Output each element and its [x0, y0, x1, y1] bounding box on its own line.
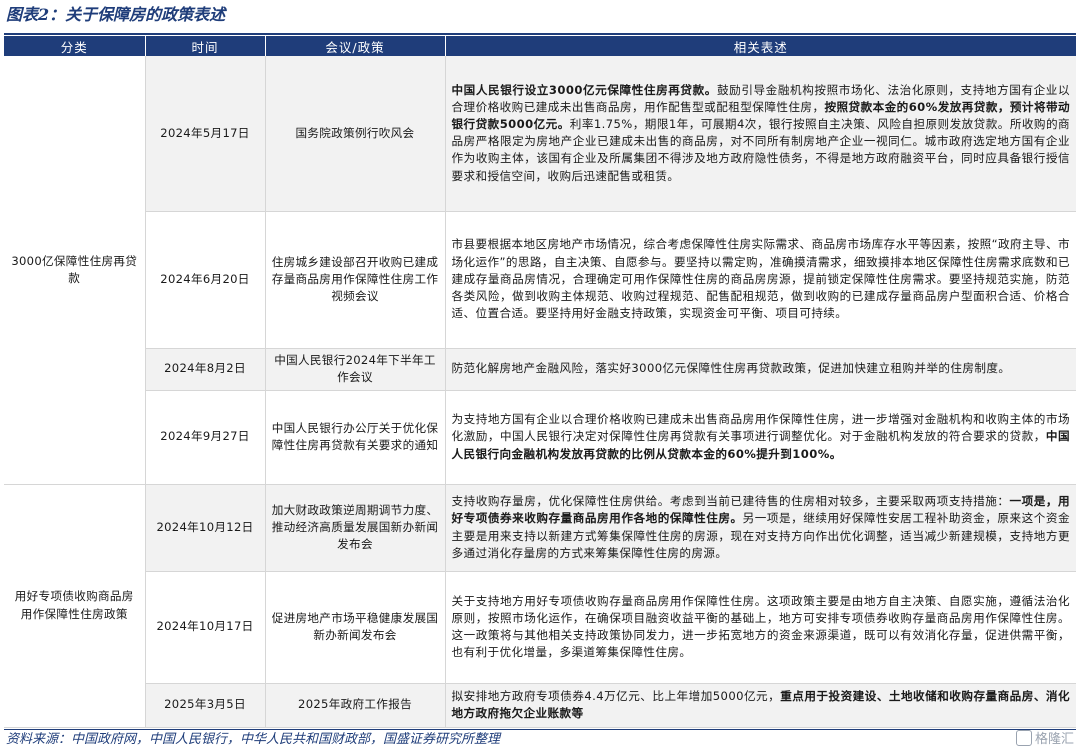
meeting-cell: 中国人民银行2024年下半年工作会议: [265, 348, 446, 391]
description-segment: 防范化解房地产金融风险，落实好3000亿元保障性住房再贷款政策，促进加快建立租购…: [451, 361, 1011, 376]
header-category: 分类: [4, 36, 146, 56]
meeting-cell: 中国人民银行办公厅关于优化保障性住房再贷款有关要求的通知: [265, 390, 446, 485]
header-time: 时间: [145, 36, 266, 56]
meeting-cell: 2025年政府工作报告: [265, 683, 446, 728]
description-segment: 拟安排地方政府专项债券4.4万亿元、比上年增加5000亿元，: [451, 688, 781, 703]
watermark-text: 格隆汇: [1034, 732, 1074, 747]
description-cell: 支持收购存量房，优化保障性住房供给。考虑到当前已建待售的住房相对较多，主要采取两…: [445, 484, 1076, 572]
time-cell: 2024年10月17日: [145, 571, 266, 684]
watermark: 格隆汇: [1015, 730, 1074, 750]
time-cell: 2024年5月17日: [145, 56, 266, 212]
description-segment: 市县要根据本地区房地产市场情况，综合考虑保障性住房实际需求、商品房市场库存水平等…: [451, 237, 1070, 321]
header-meeting: 会议/政策: [265, 36, 446, 56]
time-cell: 2025年3月5日: [145, 683, 266, 728]
time-cell: 2024年6月20日: [145, 211, 266, 349]
description-cell: 防范化解房地产金融风险，落实好3000亿元保障性住房再贷款政策，促进加快建立租购…: [445, 348, 1076, 391]
table-row: 2024年10月17日 促进房地产市场平稳健康发展国新办新闻发布会 关于支持地方…: [4, 571, 1076, 684]
policy-table: 分类 时间 会议/政策 相关表述 3000亿保障性住房再贷款 2024年5月17…: [4, 36, 1076, 728]
source-note: 资料来源：中国政府网，中国人民银行，中华人民共和国财政部，国盛证券研究所整理: [6, 732, 501, 747]
table-row: 2024年8月2日 中国人民银行2024年下半年工作会议 防范化解房地产金融风险…: [4, 348, 1076, 391]
watermark-logo-icon: [1015, 730, 1032, 746]
time-cell: 2024年9月27日: [145, 390, 266, 485]
table-row: 2024年6月20日 住房城乡建设部召开收购已建成存量商品房用作保障性住房工作视…: [4, 211, 1076, 349]
meeting-cell: 促进房地产市场平稳健康发展国新办新闻发布会: [265, 571, 446, 684]
footer-rule: [4, 729, 1076, 730]
category-cell: 用好专项债收购商品房用作保障性住房政策: [4, 484, 146, 728]
table-row: 用好专项债收购商品房用作保障性住房政策 2024年10月12日 加大财政政策逆周…: [4, 484, 1076, 728]
table-row: 2025年3月5日 2025年政府工作报告 拟安排地方政府专项债券4.4万亿元、…: [4, 683, 1076, 728]
time-cell: 2024年8月2日: [145, 348, 266, 391]
time-cell: 2024年10月12日: [145, 484, 266, 572]
description-segment: 关于支持地方用好专项债收购存量商品房用作保障性住房。这项政策主要是由地方自主决策…: [451, 593, 1070, 660]
meeting-cell: 加大财政政策逆周期调节力度、推动经济高质量发展国新办新闻发布会: [265, 484, 446, 572]
description-cell: 中国人民银行设立3000亿元保障性住房再贷款。鼓励引导金融机构按照市场化、法治化…: [445, 56, 1076, 212]
figure-title: 图表2：关于保障房的政策表述: [6, 5, 226, 24]
table-header-row: 分类 时间 会议/政策 相关表述: [4, 36, 1076, 56]
meeting-cell: 国务院政策例行吹风会: [265, 56, 446, 212]
description-segment: 中国人民银行设立3000亿元保障性住房再贷款。: [451, 82, 717, 97]
title-rule: [4, 33, 1076, 35]
table-row: 3000亿保障性住房再贷款 2024年5月17日 国务院政策例行吹风会 中国人民…: [4, 56, 1076, 485]
description-segment: 支持收购存量房，优化保障性住房供给。考虑到当前已建待售的住房相对较多，主要采取两…: [451, 494, 1010, 509]
category-cell: 3000亿保障性住房再贷款: [4, 56, 146, 485]
meeting-cell: 住房城乡建设部召开收购已建成存量商品房用作保障性住房工作视频会议: [265, 211, 446, 349]
description-cell: 拟安排地方政府专项债券4.4万亿元、比上年增加5000亿元，重点用于投资建设、土…: [445, 683, 1076, 728]
description-cell: 市县要根据本地区房地产市场情况，综合考虑保障性住房实际需求、商品房市场库存水平等…: [445, 211, 1076, 349]
header-description: 相关表述: [445, 36, 1076, 56]
description-segment: 为支持地方国有企业以合理价格收购已建成未出售商品房用作保障性住房，进一步增强对金…: [451, 412, 1070, 444]
description-cell: 为支持地方国有企业以合理价格收购已建成未出售商品房用作保障性住房，进一步增强对金…: [445, 390, 1076, 485]
table-row: 2024年9月27日 中国人民银行办公厅关于优化保障性住房再贷款有关要求的通知 …: [4, 390, 1076, 485]
description-cell: 关于支持地方用好专项债收购存量商品房用作保障性住房。这项政策主要是由地方自主决策…: [445, 571, 1076, 684]
